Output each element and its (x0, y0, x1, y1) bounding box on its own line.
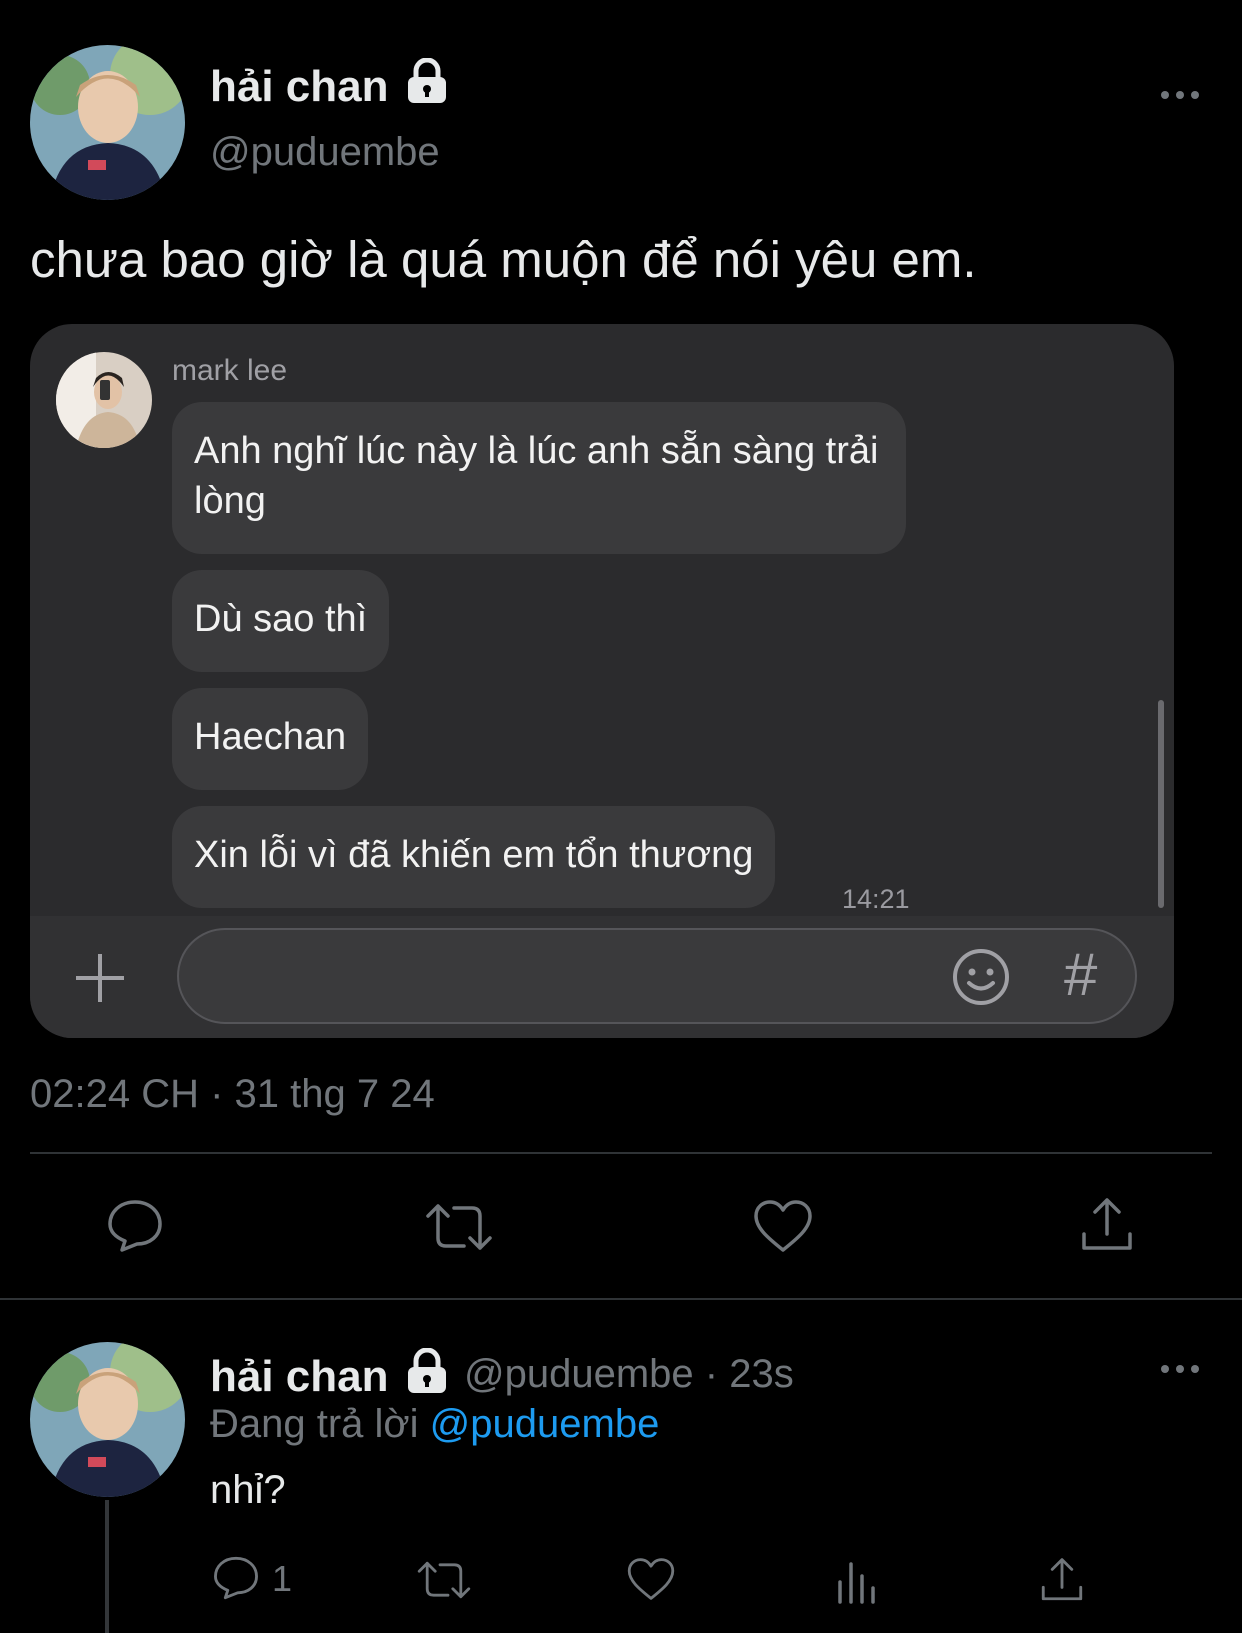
author-handle[interactable]: @puduembe (210, 130, 440, 175)
author-name[interactable]: hải chan (210, 62, 389, 112)
like-icon[interactable] (626, 1556, 676, 1602)
hashtag-icon[interactable]: # (1064, 940, 1097, 1009)
reply-count: 1 (272, 1558, 293, 1599)
chat-message: Anh nghĩ lúc này là lúc anh sẵn sàng trả… (172, 402, 906, 554)
reply-author-name[interactable]: hải chan (210, 1352, 389, 1402)
emoji-icon[interactable] (952, 948, 1010, 1006)
divider (30, 1152, 1212, 1154)
sender-avatar (56, 352, 152, 448)
reply-icon[interactable] (106, 1198, 164, 1254)
tweet-text: chưa bao giờ là quá muộn để nói yêu em. (30, 231, 977, 288)
share-icon[interactable] (1080, 1196, 1134, 1254)
retweet-icon[interactable] (416, 1558, 472, 1602)
chat-scrollbar[interactable] (1158, 700, 1164, 908)
tweet-timestamp[interactable]: 02:24 CH · 31 thg 7 24 (30, 1072, 435, 1117)
like-icon[interactable] (752, 1198, 814, 1254)
reply-meta[interactable]: @puduembe · 23s (464, 1352, 794, 1397)
more-horizontal-icon[interactable] (1160, 88, 1200, 102)
chat-message: Xin lỗi vì đã khiến em tổn thương (172, 806, 776, 908)
reply-text: nhỉ? (210, 1468, 286, 1512)
retweet-icon[interactable] (424, 1200, 494, 1254)
author-avatar[interactable] (30, 45, 185, 200)
replying-prefix: Đang trả lời (210, 1402, 419, 1446)
replying-to-link[interactable]: @puduembe (430, 1402, 660, 1446)
divider (0, 1298, 1242, 1300)
replying-to: Đang trả lời @puduembe (210, 1402, 659, 1447)
sender-name: mark lee (172, 354, 288, 387)
add-icon[interactable] (74, 952, 126, 1004)
analytics-icon[interactable] (834, 1560, 878, 1604)
chat-message: Haechan (172, 688, 369, 790)
thread-line (105, 1500, 109, 1633)
chat-message: Dù sao thì (172, 570, 390, 672)
reply-author-avatar[interactable] (30, 1342, 185, 1497)
share-icon[interactable] (1040, 1556, 1084, 1604)
lock-icon (408, 58, 446, 103)
message-time: 14:21 (842, 884, 910, 914)
chat-screenshot[interactable]: mark lee Anh nghĩ lúc này là lúc anh sẵn… (30, 324, 1174, 1038)
lock-icon (408, 1348, 446, 1393)
reply-icon[interactable] (212, 1555, 260, 1601)
more-horizontal-icon[interactable] (1160, 1362, 1200, 1376)
